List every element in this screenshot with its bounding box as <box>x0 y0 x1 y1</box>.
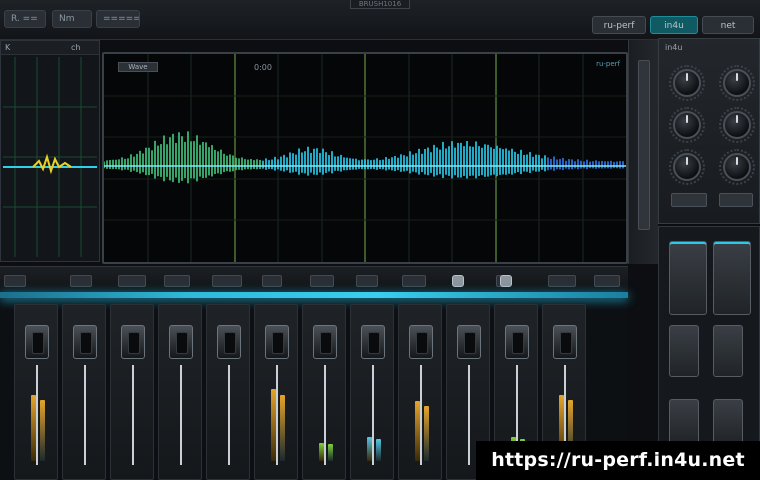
channel-fader[interactable] <box>25 325 49 359</box>
level-meter <box>31 395 36 461</box>
knob-panel: in4u <box>658 38 760 224</box>
level-meter <box>328 444 333 461</box>
channel-fader[interactable] <box>73 325 97 359</box>
toolbar-item-2[interactable]: Nm <box>52 10 92 28</box>
toolbar-badge-1[interactable]: ru-perf <box>592 16 646 34</box>
waveform-canvas[interactable] <box>104 54 626 262</box>
channel-fader[interactable] <box>313 325 337 359</box>
transport-strip <box>0 266 628 292</box>
watermark-text: https://ru-perf.in4u.net <box>491 449 745 471</box>
pad-4[interactable] <box>713 325 743 377</box>
overview-tabs: K ch <box>1 41 99 55</box>
channel-fader[interactable] <box>553 325 577 359</box>
mixer-channel-5 <box>206 304 250 480</box>
watermark: https://ru-perf.in4u.net <box>476 441 760 480</box>
channel-fader[interactable] <box>265 325 289 359</box>
toolbar-badge-1-label: ru-perf <box>603 21 635 31</box>
vertical-scrollbar[interactable] <box>638 60 650 230</box>
mixer-channel-3 <box>110 304 154 480</box>
fader-track <box>228 365 230 465</box>
pad-1[interactable] <box>669 241 707 315</box>
mixer-channel-2 <box>62 304 106 480</box>
toolbar-badge-2-label: in4u <box>664 21 684 31</box>
level-meter <box>319 443 324 461</box>
overview-panel: K ch <box>0 40 100 262</box>
level-meter <box>415 401 420 461</box>
toolbar-badge-3[interactable]: net <box>702 16 754 34</box>
fader-track <box>468 365 470 465</box>
fader-track <box>420 365 422 465</box>
channel-fader[interactable] <box>457 325 481 359</box>
transport-button-9[interactable] <box>402 275 426 287</box>
fader-track <box>372 365 374 465</box>
position-readout: 0:00 <box>254 63 272 72</box>
scroll-strip[interactable] <box>628 40 658 264</box>
pad-5[interactable] <box>669 399 699 445</box>
mixer-channel-4 <box>158 304 202 480</box>
mixer-channel-1 <box>14 304 58 480</box>
mixer-glow-bar <box>0 292 628 298</box>
waveform-display[interactable]: Wave 0:00 ru-perf <box>102 52 628 264</box>
transport-button-8[interactable] <box>356 275 378 287</box>
toolbar-badge-2[interactable]: in4u <box>650 16 698 34</box>
pad-3[interactable] <box>669 325 699 377</box>
waveform-title: Wave <box>118 62 158 72</box>
level-meter <box>376 439 381 461</box>
overview-tab-2[interactable]: ch <box>71 43 80 52</box>
fader-track <box>324 365 326 465</box>
channel-fader[interactable] <box>169 325 193 359</box>
pad-2[interactable] <box>713 241 751 315</box>
top-toolbar: R. == Nm ===== BRUSH1016 ru-perf in4u ne… <box>0 0 760 40</box>
overview-grid <box>3 57 97 257</box>
toolbar-item-1[interactable]: R. == <box>4 10 46 28</box>
transport-button-4[interactable] <box>164 275 190 287</box>
fader-track <box>84 365 86 465</box>
transport-button-6[interactable] <box>262 275 282 287</box>
transport-button-3[interactable] <box>118 275 146 287</box>
mixer-channel-9 <box>398 304 442 480</box>
transport-button-2[interactable] <box>70 275 92 287</box>
level-meter <box>271 389 276 461</box>
channel-fader[interactable] <box>217 325 241 359</box>
fader-track <box>132 365 134 465</box>
knob-panel-header: in4u <box>665 43 683 52</box>
pad-6[interactable] <box>713 399 743 445</box>
level-meter <box>280 395 285 461</box>
mixer-channel-6 <box>254 304 298 480</box>
transport-button-12[interactable] <box>594 275 620 287</box>
transport-toggle-2[interactable] <box>500 275 512 287</box>
transport-button-5[interactable] <box>212 275 242 287</box>
knob-1[interactable] <box>673 69 701 97</box>
fader-track <box>276 365 278 465</box>
waveform-corner-label: ru-perf <box>596 60 620 68</box>
channel-fader[interactable] <box>361 325 385 359</box>
transport-button-11[interactable] <box>548 275 576 287</box>
toolbar-badge-3-label: net <box>720 21 736 31</box>
fader-track <box>180 365 182 465</box>
level-meter <box>40 400 45 461</box>
transport-button-1[interactable] <box>4 275 26 287</box>
knob-3[interactable] <box>673 111 701 139</box>
knob-2[interactable] <box>723 69 751 97</box>
knob-4[interactable] <box>723 111 751 139</box>
knob-5[interactable] <box>673 153 701 181</box>
level-meter <box>424 406 429 461</box>
knob-6[interactable] <box>723 153 751 181</box>
level-meter <box>367 437 372 461</box>
knob-panel-button-2[interactable] <box>719 193 753 207</box>
transport-toggle-1[interactable] <box>452 275 464 287</box>
window-title: BRUSH1016 <box>350 0 410 9</box>
channel-fader[interactable] <box>121 325 145 359</box>
mixer-channel-7 <box>302 304 346 480</box>
overview-peak <box>32 153 72 175</box>
overview-tab-1[interactable]: K <box>5 43 10 52</box>
transport-button-7[interactable] <box>310 275 334 287</box>
mixer-channel-8 <box>350 304 394 480</box>
channel-fader[interactable] <box>505 325 529 359</box>
toolbar-item-3[interactable]: ===== <box>96 10 140 28</box>
knob-panel-button-1[interactable] <box>671 193 707 207</box>
overview-waveform[interactable] <box>3 57 97 257</box>
channel-fader[interactable] <box>409 325 433 359</box>
fader-track <box>36 365 38 465</box>
